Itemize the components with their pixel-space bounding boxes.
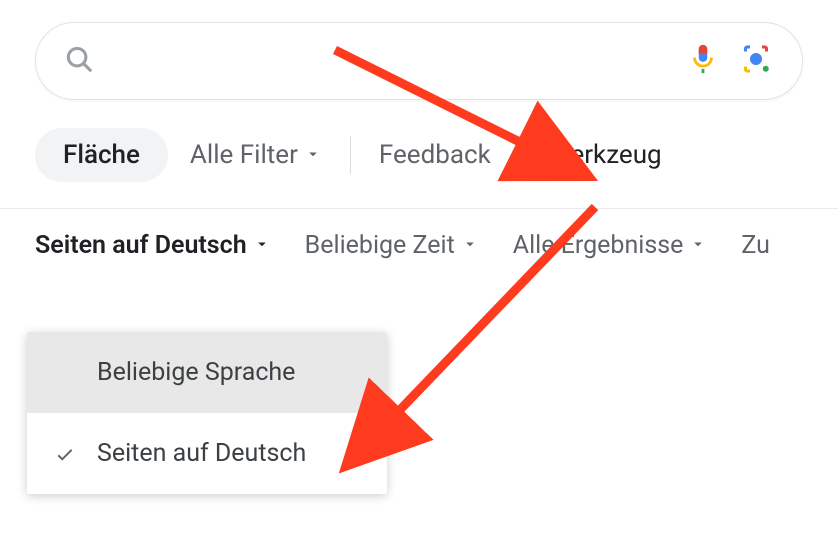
chevron-down-icon: [461, 231, 479, 260]
tabs-row: Fläche Alle Filter Feedback Werkzeug: [35, 128, 838, 182]
check-icon: [51, 443, 79, 465]
tool-time-label: Beliebige Zeit: [305, 231, 455, 260]
tool-last-label: Zu: [741, 231, 770, 260]
tab-all-filters-label: Alle Filter: [190, 140, 298, 170]
search-bar[interactable]: [35, 22, 803, 100]
tool-language-label: Seiten auf Deutsch: [35, 231, 247, 260]
dropdown-item-label: Seiten auf Deutsch: [97, 439, 306, 468]
tab-area[interactable]: Fläche: [35, 128, 168, 182]
tool-results-label: Alle Ergebnisse: [513, 231, 684, 260]
tool-time[interactable]: Beliebige Zeit: [305, 231, 479, 260]
lens-icon[interactable]: [738, 41, 774, 81]
divider: [350, 136, 351, 174]
language-dropdown: Beliebige Sprache Seiten auf Deutsch: [27, 332, 387, 494]
tab-all-filters[interactable]: Alle Filter: [168, 128, 344, 182]
tool-last[interactable]: Zu: [741, 231, 770, 260]
chevron-down-icon: [689, 231, 707, 260]
chevron-down-icon: [304, 140, 322, 170]
tab-feedback-label: Feedback: [379, 140, 491, 170]
tab-feedback[interactable]: Feedback: [357, 128, 513, 182]
dropdown-item-german-pages[interactable]: Seiten auf Deutsch: [27, 413, 387, 494]
divider-line: [0, 208, 838, 209]
tool-results[interactable]: Alle Ergebnisse: [513, 231, 708, 260]
tool-language[interactable]: Seiten auf Deutsch: [35, 231, 271, 260]
search-icon: [64, 44, 94, 78]
chevron-down-icon: [253, 231, 271, 260]
dropdown-item-label: Beliebige Sprache: [97, 358, 295, 387]
search-input[interactable]: [94, 48, 668, 74]
divider: [519, 136, 520, 174]
tab-area-label: Fläche: [63, 140, 140, 170]
dropdown-item-any-language[interactable]: Beliebige Sprache: [27, 332, 387, 413]
tools-row: Seiten auf Deutsch Beliebige Zeit Alle E…: [35, 231, 838, 260]
tab-tools-label: Werkzeug: [548, 140, 662, 170]
tab-tools[interactable]: Werkzeug: [526, 128, 684, 182]
mic-icon[interactable]: [686, 42, 720, 80]
